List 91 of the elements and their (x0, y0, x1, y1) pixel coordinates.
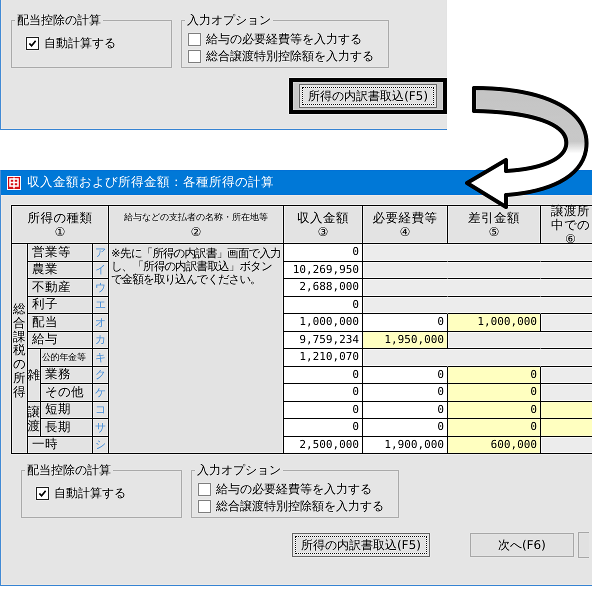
computed-cell: 1,950,000 (363, 332, 448, 349)
row-marker: コ (93, 402, 109, 419)
row-marker: シ (93, 436, 109, 454)
input-field[interactable]: 1,000,000 (284, 314, 363, 332)
next-button[interactable]: 次へ(F6) (470, 533, 574, 557)
checkbox-label: 給与の必要経費等を入力する (216, 481, 372, 498)
group-label: 雑 (28, 349, 41, 402)
input-field[interactable]: 0 (284, 402, 363, 419)
input-field[interactable]: 0 (363, 366, 448, 384)
group-title: 配当控除の計算 (16, 12, 102, 29)
input-field[interactable]: 0 (284, 419, 363, 436)
row-marker: カ (93, 332, 109, 349)
row-label: 利子 (28, 296, 93, 314)
row-label: 営業等 (28, 244, 93, 262)
checkbox[interactable] (188, 33, 201, 46)
checkbox[interactable] (26, 37, 39, 50)
partial-button[interactable] (578, 532, 589, 558)
group-title: 配当控除の計算 (26, 462, 112, 479)
disabled-cell (541, 349, 592, 366)
checkbox[interactable] (188, 50, 201, 63)
row-marker: キ (93, 349, 109, 366)
disabled-cell (541, 332, 592, 349)
row-marker: ウ (93, 279, 109, 296)
row-label: その他 (41, 384, 93, 402)
computed-cell (541, 419, 592, 436)
computed-cell (541, 402, 592, 419)
computed-cell: 0 (448, 384, 541, 402)
group-title: 入力オプション (186, 12, 272, 29)
row-label: 業務 (41, 366, 93, 384)
input-field[interactable]: 0 (363, 419, 448, 436)
disabled-cell (541, 384, 592, 402)
checkbox[interactable] (198, 483, 211, 496)
input-field[interactable]: 0 (363, 384, 448, 402)
column-header: 差引金額 ⑤ (448, 206, 541, 244)
checkbox-label: 自動計算する (54, 485, 126, 502)
group-label: 総合課税の所得 (12, 244, 28, 454)
row-label: 不動産 (28, 279, 93, 296)
app-icon (7, 176, 21, 190)
computed-cell: 0 (448, 402, 541, 419)
row-marker: イ (93, 262, 109, 279)
checkbox-label: 総合譲渡特別控除額を入力する (206, 48, 374, 65)
row-label: 農業 (28, 262, 93, 279)
row-marker: ア (93, 244, 109, 262)
input-field[interactable]: 2,688,000 (284, 279, 363, 296)
checkbox-label: 自動計算する (44, 35, 116, 52)
disabled-cell (541, 279, 592, 296)
input-field[interactable]: 0 (363, 402, 448, 419)
input-field[interactable]: 0 (363, 314, 448, 332)
input-field[interactable]: 0 (284, 366, 363, 384)
disabled-cell (541, 262, 592, 279)
input-field[interactable]: 0 (284, 244, 363, 262)
checkbox-label: 総合譲渡特別控除額を入力する (216, 498, 384, 515)
column-header: 所得の種類 ① (12, 206, 109, 244)
row-label: 短期 (41, 402, 93, 419)
window-title: 収入金額および所得金額：各種所得の計算 (27, 174, 274, 191)
row-label: 給与 (28, 332, 93, 349)
input-field[interactable]: 0 (284, 296, 363, 314)
row-label: 公的年金等 (41, 349, 93, 366)
disabled-cell (541, 296, 592, 314)
column-header: 必要経費等 ④ (363, 206, 448, 244)
computed-cell: 1,000,000 (448, 314, 541, 332)
checkbox[interactable] (36, 487, 49, 500)
checkbox[interactable] (198, 500, 211, 513)
computed-cell: 600,000 (448, 436, 541, 454)
column-header: 収入金額 ③ (284, 206, 363, 244)
disabled-cell (541, 244, 592, 262)
row-label: 一時 (28, 436, 93, 454)
row-label: 配当 (28, 314, 93, 332)
input-field[interactable]: 0 (284, 384, 363, 402)
computed-cell: 0 (448, 366, 541, 384)
row-marker: ケ (93, 384, 109, 402)
row-marker: エ (93, 296, 109, 314)
computed-cell: 0 (448, 419, 541, 436)
disabled-cell (541, 314, 592, 332)
row-marker: ク (93, 366, 109, 384)
import-button[interactable]: 所得の内訳書取込(F5) (292, 533, 430, 557)
input-field[interactable]: 9,759,234 (284, 332, 363, 349)
input-field[interactable]: 10,269,950 (284, 262, 363, 279)
disabled-cell (541, 366, 592, 384)
input-field[interactable]: 1,210,070 (284, 349, 363, 366)
column-header: 給与などの支払者の名称・所在地等 ② (109, 206, 284, 244)
row-marker: オ (93, 314, 109, 332)
import-button[interactable]: 所得の内訳書取込(F5) (299, 84, 437, 108)
row-label: 長期 (41, 419, 93, 436)
group-label: 譲渡 (28, 402, 41, 436)
group-title: 入力オプション (196, 462, 282, 479)
input-field[interactable]: 2,500,000 (284, 436, 363, 454)
note-text: ※先に「所得の内訳書」画面で入力し、「所得の内訳書取込」ボタンで金額を取り込んでください。 (111, 246, 281, 286)
input-field[interactable]: 1,900,000 (363, 436, 448, 454)
checkbox-label: 給与の必要経費等を入力する (206, 31, 362, 48)
row-marker: サ (93, 419, 109, 436)
